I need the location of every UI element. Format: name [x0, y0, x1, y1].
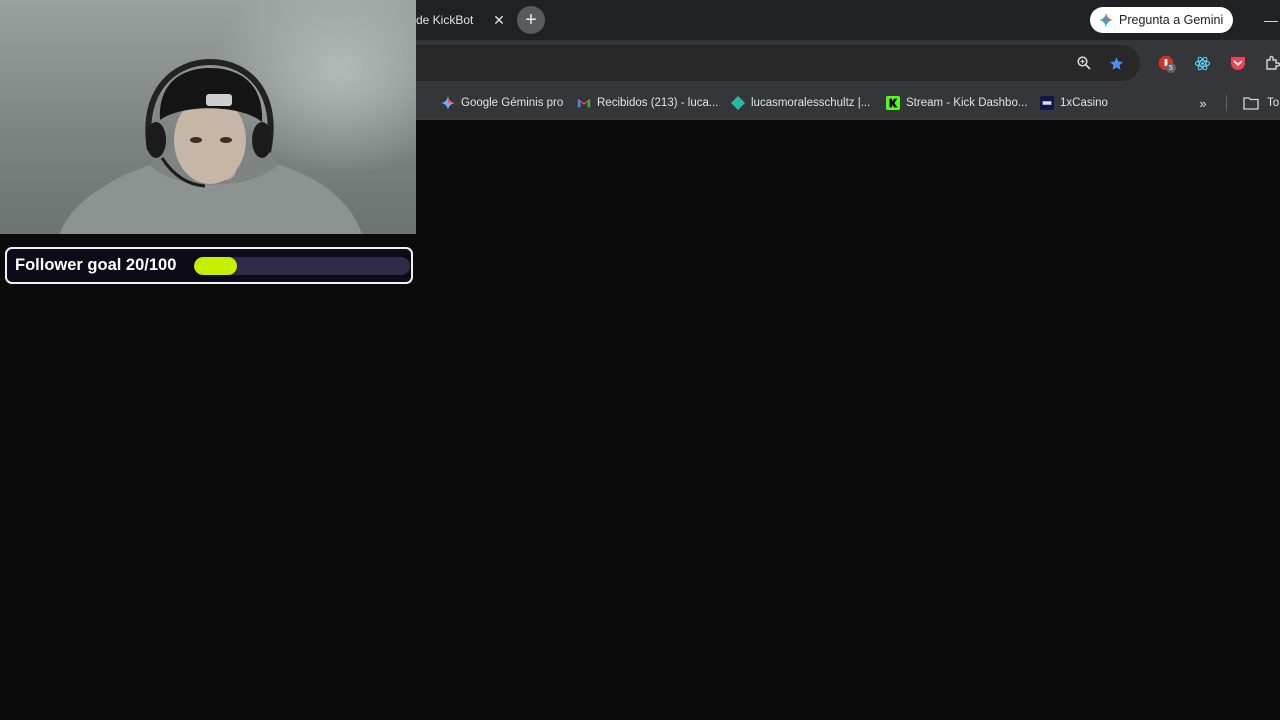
zoom-icon[interactable] — [1076, 55, 1092, 71]
tab-title: de KickBot — [416, 13, 474, 27]
webcam-feed — [0, 0, 416, 234]
folder-icon — [1243, 97, 1259, 110]
address-bar[interactable] — [416, 45, 1140, 81]
gemini-spark-icon — [441, 96, 455, 110]
adblock-extension-icon[interactable]: 5 — [1157, 54, 1176, 73]
webcam-person-image — [60, 58, 362, 234]
bookmark-kick-dashboard[interactable]: Stream - Kick Dashbo... — [886, 93, 1027, 113]
bookmark-google-geminis[interactable]: Google Géminis pro — [441, 93, 563, 113]
diamond-icon — [731, 96, 745, 110]
window-minimize-icon[interactable]: — — [1262, 10, 1280, 30]
follower-goal-label: Follower goal 20/100 — [15, 256, 177, 274]
casino-icon — [1040, 96, 1054, 110]
follower-goal-widget: Follower goal 20/100 — [5, 247, 413, 284]
kick-icon — [886, 96, 900, 110]
bookmark-label: Recibidos (213) - luca... — [597, 97, 719, 109]
bookmarks-folder-label: To — [1267, 97, 1280, 109]
bookmarks-folder[interactable]: To — [1243, 93, 1279, 113]
bookmarks-overflow-icon[interactable]: » — [1194, 94, 1212, 112]
ask-gemini-button[interactable]: Pregunta a Gemini — [1090, 7, 1233, 33]
follower-goal-progress-track — [194, 257, 410, 275]
bookmark-label: 1xCasino — [1060, 97, 1108, 109]
bookmarks-separator — [1226, 95, 1227, 111]
bookmark-label: Stream - Kick Dashbo... — [906, 97, 1028, 109]
gmail-icon — [577, 98, 591, 108]
extensions-puzzle-icon[interactable] — [1264, 54, 1280, 72]
browser-tab[interactable]: de KickBot ✕ — [416, 6, 516, 34]
screen: de KickBot ✕ + Pregunta a Gemini — 5 Goo… — [0, 0, 1280, 720]
tab-close-icon[interactable]: ✕ — [488, 9, 510, 31]
pocket-extension-icon[interactable] — [1229, 54, 1247, 72]
bookmark-lucasmoralesschultz[interactable]: lucasmoralesschultz |... — [731, 93, 870, 113]
bookmark-star-icon[interactable] — [1108, 55, 1124, 71]
ask-gemini-label: Pregunta a Gemini — [1119, 13, 1224, 27]
gemini-spark-icon — [1099, 13, 1113, 27]
new-tab-button[interactable]: + — [517, 6, 545, 34]
bookmark-label: lucasmoralesschultz |... — [751, 97, 871, 109]
follower-goal-progress-fill — [194, 257, 238, 275]
bookmark-gmail[interactable]: Recibidos (213) - luca... — [577, 93, 718, 113]
bookmark-label: Google Géminis pro — [461, 97, 564, 109]
react-devtools-extension-icon[interactable] — [1193, 54, 1211, 72]
bookmark-1xcasino[interactable]: 1xCasino — [1040, 93, 1108, 113]
adblock-badge: 5 — [1166, 63, 1176, 73]
